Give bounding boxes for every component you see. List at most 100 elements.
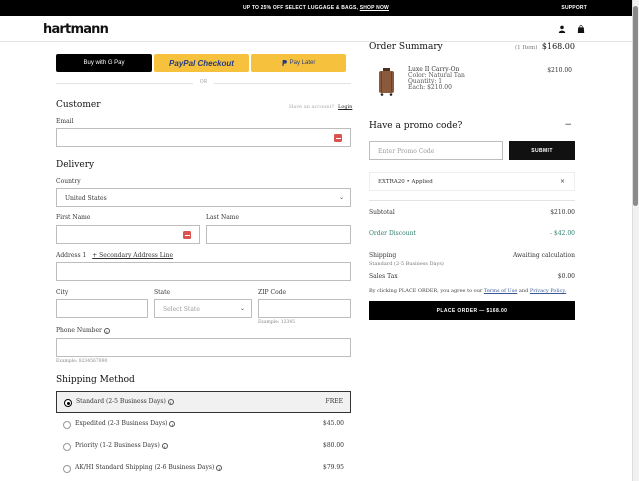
customer-title: Customer: [56, 100, 101, 110]
shipping-option-label: Expedited (2-3 Business Days): [75, 420, 168, 427]
privacy-link[interactable]: Privacy Policy.: [530, 288, 566, 294]
radio-button[interactable]: [63, 465, 71, 473]
shipping-option-standard[interactable]: Standard (2-5 Business Days) i FREE: [56, 391, 351, 413]
bag-icon[interactable]: [577, 25, 585, 33]
order-summary-title: Order Summary: [369, 42, 443, 52]
product-thumbnail[interactable]: [378, 68, 395, 96]
summary-divider: [369, 200, 575, 201]
city-label: City: [56, 289, 69, 296]
state-select[interactable]: Select State ⌄: [154, 299, 252, 318]
product-details: Luxe II Carry-On Color: Natural Tan Quan…: [408, 67, 465, 91]
shipping-option-name: Standard (2-5 Business Days) i: [76, 398, 174, 405]
phone-label-row: Phone Number i: [56, 327, 110, 334]
close-icon[interactable]: ×: [560, 178, 565, 185]
radio-button[interactable]: [63, 421, 71, 429]
pay-later-button[interactable]: Pay Later: [251, 54, 346, 72]
country-select[interactable]: United States ⌄: [56, 188, 351, 207]
chevron-down-icon: ⌄: [338, 194, 344, 201]
secondary-address-link[interactable]: + Secondary Address Line: [92, 252, 173, 259]
google-pay-label: Buy with G Pay: [83, 60, 125, 66]
promo-text: UP TO 25% OFF SELECT LUGGAGE & BAGS,: [243, 5, 359, 11]
address-label-row: Address 1 + Secondary Address Line: [56, 252, 173, 259]
card-badge-icon[interactable]: [334, 134, 342, 142]
shipping-option-price: $45.00: [323, 420, 344, 427]
submit-promo-button[interactable]: SUBMIT: [509, 141, 575, 160]
shipping-option-price: $79.95: [323, 464, 344, 471]
discount-value: - $42.00: [550, 230, 575, 237]
terms-prefix: By clicking PLACE ORDER, you agree to ou…: [369, 288, 483, 294]
delivery-title: Delivery: [56, 160, 95, 170]
shipping-title: Shipping Method: [56, 375, 135, 385]
shipping-option-price: $80.00: [323, 442, 344, 449]
phone-example: Example: 8234567890: [56, 359, 108, 364]
shipping-option-label: AK/HI Standard Shipping (2-6 Business Da…: [75, 464, 215, 471]
login-link[interactable]: Login: [338, 104, 352, 110]
paypal-button[interactable]: PayPal Checkout: [154, 54, 249, 72]
state-placeholder: Select State: [163, 306, 200, 313]
product-price: $210.00: [547, 67, 572, 74]
shipping-option-akhi[interactable]: AK/HI Standard Shipping (2-6 Business Da…: [56, 458, 351, 480]
chevron-down-icon: ⌄: [239, 305, 245, 312]
site-header: hartmann: [0, 16, 632, 42]
address-field[interactable]: [56, 262, 351, 281]
account-prompt: Have an account?: [289, 104, 335, 110]
country-label: Country: [56, 178, 81, 185]
promo-text-row: UP TO 25% OFF SELECT LUGGAGE & BAGS, SHO…: [0, 5, 632, 11]
logo[interactable]: hartmann: [43, 22, 109, 37]
info-icon[interactable]: i: [161, 442, 168, 449]
phone-label: Phone Number: [56, 327, 102, 334]
place-order-button[interactable]: PLACE ORDER — $168.00: [369, 301, 575, 320]
shop-now-link[interactable]: SHOP NOW: [360, 5, 389, 11]
first-name-field[interactable]: [56, 225, 200, 244]
promo-title: Have a promo code?: [369, 121, 463, 131]
zip-field[interactable]: [258, 299, 351, 318]
minus-icon[interactable]: −: [564, 120, 572, 130]
shipping-label: Shipping: [369, 252, 397, 259]
tax-label: Sales Tax: [369, 273, 398, 280]
shipping-value: Awaiting calculation: [512, 252, 575, 259]
radio-button[interactable]: [63, 443, 71, 451]
last-name-field[interactable]: [206, 225, 351, 244]
product-each: Each: $210.00: [408, 84, 452, 91]
applied-code-chip: EXTRA20 • Applied ×: [369, 172, 575, 191]
info-icon[interactable]: i: [216, 464, 223, 471]
first-name-label: First Name: [56, 214, 91, 221]
email-field[interactable]: [56, 128, 351, 147]
paypal-label: PayPal Checkout: [169, 58, 234, 68]
applied-code: EXTRA20 • Applied: [378, 179, 433, 185]
email-label: Email: [56, 118, 74, 125]
paypal-p-icon: [282, 60, 287, 66]
info-icon[interactable]: i: [103, 327, 110, 334]
shipping-option-name: Expedited (2-3 Business Days) i: [75, 420, 176, 427]
or-divider: OR: [56, 79, 351, 87]
state-label: State: [154, 289, 171, 296]
shipping-option-name: Priority (1-2 Business Days) i: [75, 442, 168, 449]
info-icon[interactable]: i: [167, 398, 174, 405]
or-text: OR: [199, 79, 208, 85]
shipping-sub: Standard (2-5 Business Days): [369, 261, 444, 267]
submit-promo-label: SUBMIT: [531, 147, 553, 154]
terms-text: By clicking PLACE ORDER, you agree to ou…: [369, 288, 575, 294]
tax-value: $0.00: [557, 273, 575, 280]
subtotal-label: Subtotal: [369, 209, 395, 216]
phone-field[interactable]: [56, 338, 351, 357]
shipping-option-expedited[interactable]: Expedited (2-3 Business Days) i $45.00: [56, 414, 351, 436]
promo-bar: UP TO 25% OFF SELECT LUGGAGE & BAGS, SHO…: [0, 0, 632, 16]
google-pay-button[interactable]: Buy with G Pay: [56, 54, 152, 72]
radio-button[interactable]: [64, 399, 72, 407]
terms-link[interactable]: Terms of Use: [484, 288, 517, 294]
info-icon[interactable]: i: [169, 420, 176, 427]
promo-code-input[interactable]: Enter Promo Code: [369, 141, 503, 160]
user-icon[interactable]: [558, 25, 566, 33]
card-badge-icon[interactable]: [183, 231, 191, 239]
scrollbar-thumb[interactable]: [633, 6, 638, 206]
scrollbar[interactable]: [632, 0, 639, 481]
city-field[interactable]: [56, 299, 148, 318]
order-total: $168.00: [541, 42, 575, 51]
item-count: (1 Item): [515, 45, 538, 51]
shipping-option-priority[interactable]: Priority (1-2 Business Days) i $80.00: [56, 436, 351, 458]
support-link[interactable]: SUPPORT: [561, 5, 587, 11]
shipping-option-name: AK/HI Standard Shipping (2-6 Business Da…: [75, 464, 223, 471]
shipping-option-label: Standard (2-5 Business Days): [76, 398, 166, 405]
address-label: Address 1: [56, 252, 87, 259]
